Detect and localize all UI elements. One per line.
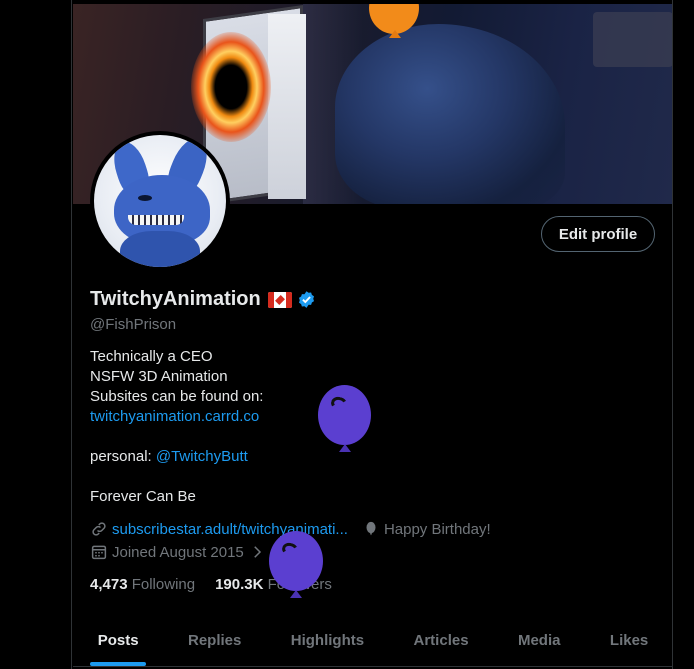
verified-badge-icon[interactable] bbox=[297, 290, 316, 309]
active-tab-indicator bbox=[90, 662, 147, 666]
balloon-icon bbox=[366, 521, 376, 536]
tab-label: Articles bbox=[413, 631, 469, 649]
joined-item[interactable]: Joined August 2015 bbox=[90, 543, 266, 561]
avatar-eye bbox=[138, 195, 152, 201]
canada-flag-icon bbox=[267, 291, 292, 308]
avatar[interactable] bbox=[90, 131, 230, 271]
profile-column: Edit profile TwitchyAnimation @FishPriso… bbox=[71, 0, 673, 669]
avatar-body bbox=[120, 231, 200, 267]
tab-label: Posts bbox=[97, 631, 139, 649]
tab-posts[interactable]: Posts bbox=[73, 614, 163, 666]
tab-label: Likes bbox=[609, 631, 649, 649]
tab-label: Replies bbox=[187, 631, 242, 649]
edit-profile-button[interactable]: Edit profile bbox=[541, 216, 655, 252]
tab-likes[interactable]: Likes bbox=[585, 614, 673, 666]
tab-articles[interactable]: Articles bbox=[389, 614, 493, 666]
tab-label: Media bbox=[517, 631, 561, 649]
profile-tabs: Posts Replies Highlights Articles Media … bbox=[73, 614, 673, 667]
tab-replies[interactable]: Replies bbox=[163, 614, 266, 666]
handle: @FishPrison bbox=[90, 316, 177, 333]
following-stat[interactable]: 4,473 Following bbox=[90, 576, 195, 593]
bio-line: Technically a CEO bbox=[90, 348, 213, 365]
banner-character bbox=[335, 24, 565, 204]
display-name: TwitchyAnimation bbox=[90, 288, 261, 310]
joined-text: Joined August 2015 bbox=[112, 543, 244, 561]
purple-balloon-icon bbox=[318, 385, 371, 452]
tab-media[interactable]: Media bbox=[493, 614, 585, 666]
avatar-image bbox=[94, 135, 226, 267]
banner-box bbox=[593, 12, 672, 67]
link-icon bbox=[92, 522, 106, 536]
chevron-right-icon[interactable] bbox=[248, 543, 266, 561]
calendar-icon bbox=[91, 545, 107, 560]
following-label: Following bbox=[131, 576, 196, 593]
birthday-item: Happy Birthday! bbox=[362, 520, 491, 538]
followers-count: 190.3K bbox=[215, 576, 264, 593]
tab-highlights[interactable]: Highlights bbox=[266, 614, 389, 666]
tab-label: Highlights bbox=[290, 631, 365, 649]
banner-monitor-right bbox=[268, 14, 306, 199]
bio-link-carrd[interactable]: twitchyanimation.carrd.co bbox=[90, 408, 259, 425]
avatar-teeth bbox=[128, 215, 184, 225]
bio-line: NSFW 3D Animation bbox=[90, 368, 228, 385]
name-row: TwitchyAnimation bbox=[90, 288, 316, 311]
bio-personal-prefix: personal: bbox=[90, 448, 156, 465]
bio-line: Forever Can Be bbox=[90, 488, 196, 505]
bio-mention-link[interactable]: @TwitchyButt bbox=[156, 448, 248, 465]
birthday-text: Happy Birthday! bbox=[383, 520, 491, 538]
following-count: 4,473 bbox=[90, 576, 128, 593]
banner-portal bbox=[191, 32, 271, 142]
purple-balloon-icon bbox=[269, 531, 323, 598]
website-link[interactable]: subscribestar.adult/twitchyanimati... bbox=[112, 521, 348, 538]
